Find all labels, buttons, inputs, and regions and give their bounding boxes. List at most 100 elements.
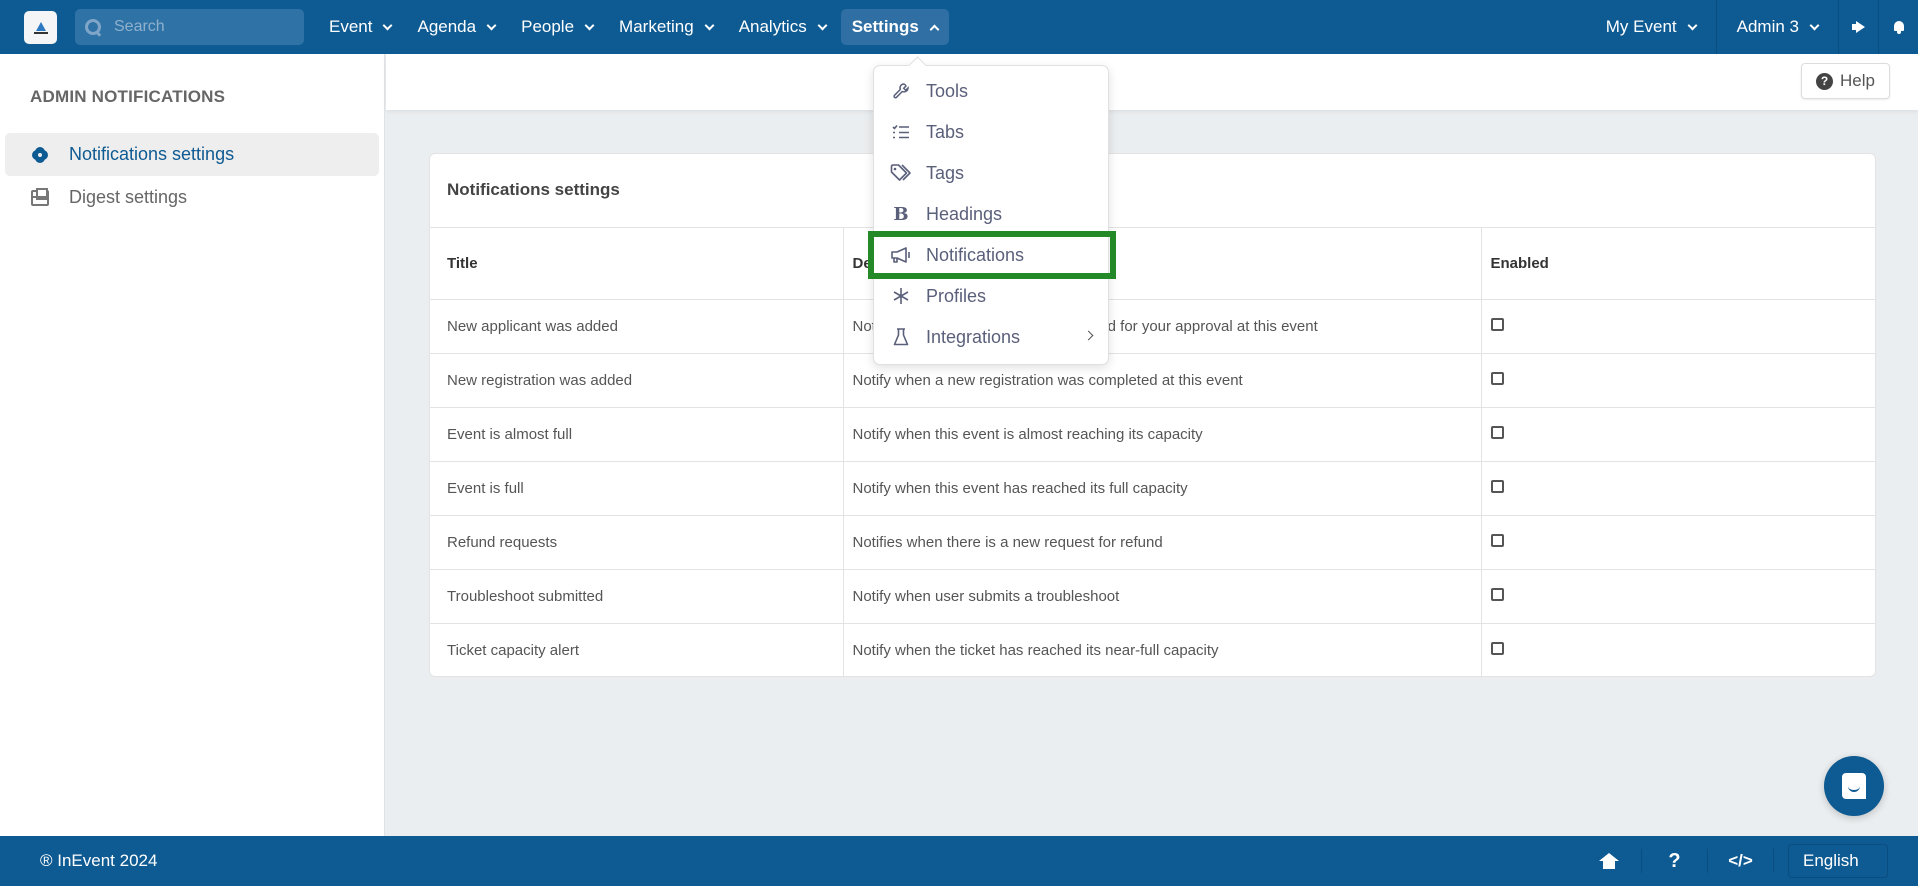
nav-label: Settings [851, 17, 919, 36]
menu-item-tags[interactable]: Tags [874, 154, 1110, 192]
menu-item-tools[interactable]: Tools [874, 72, 1110, 110]
sidebar-item-label: Notifications settings [69, 144, 235, 164]
table-row: New registration was added Notify when a… [430, 353, 1875, 408]
menu-item-profiles[interactable]: Profiles [874, 277, 1110, 315]
notifications-button[interactable] [1878, 0, 1918, 54]
chevron-right-icon [1083, 330, 1094, 341]
row-description: Notify when this event is almost reachin… [842, 407, 1481, 462]
code-icon: </> [1728, 851, 1753, 870]
nav-event[interactable]: Event [318, 9, 402, 45]
row-title: New registration was added [430, 353, 843, 408]
chevron-down-icon [817, 20, 828, 30]
menu-item-integrations[interactable]: Integrations [874, 318, 1110, 356]
notifications-settings-card: Notifications settings Title Description… [429, 153, 1876, 678]
enabled-checkbox[interactable] [1490, 426, 1504, 439]
row-enabled-cell [1480, 569, 1875, 624]
nav-label: Analytics [738, 17, 807, 36]
help-center-button[interactable]: ? [1642, 849, 1708, 873]
chevron-down-icon [1809, 20, 1820, 30]
menu-item-label: Tags [926, 162, 965, 183]
home-button[interactable] [1576, 849, 1642, 873]
menu-item-notifications[interactable]: Notifications [868, 231, 1116, 279]
main-nav: Event Agenda People Marketing Analytics … [318, 0, 953, 54]
nav-marketing[interactable]: Marketing [608, 9, 724, 45]
copyright: ® InEvent 2024 [40, 851, 158, 870]
app-logo[interactable] [24, 11, 57, 44]
menu-item-label: Tools [926, 80, 969, 101]
announcements-button[interactable] [1838, 0, 1878, 54]
column-header-enabled: Enabled [1480, 227, 1875, 300]
sidebar: ADMIN NOTIFICATIONS Notifications settin… [0, 54, 385, 836]
nav-people[interactable]: People [510, 9, 604, 45]
admin-dropdown[interactable]: Admin 3 [1715, 0, 1838, 54]
row-description: Notify when this event has reached its f… [842, 461, 1481, 516]
language-selector[interactable]: English [1788, 844, 1888, 878]
bold-icon: B [893, 203, 909, 225]
chevron-down-icon [584, 20, 595, 30]
list-check-icon [890, 124, 912, 140]
enabled-checkbox[interactable] [1490, 372, 1504, 385]
sidebar-item-label: Digest settings [69, 187, 188, 207]
bell-icon [1893, 20, 1905, 34]
search-box[interactable] [75, 9, 304, 45]
sidebar-item-notifications-settings[interactable]: Notifications settings [5, 133, 379, 176]
footer-actions: ? </> English [1576, 836, 1888, 886]
menu-item-label: Tabs [926, 121, 965, 142]
table-row: Event is almost full Notify when this ev… [430, 407, 1875, 462]
menu-item-label: Integrations [926, 326, 1021, 347]
row-title: Refund requests [430, 515, 843, 570]
developer-button[interactable]: </> [1708, 849, 1774, 873]
megaphone-icon [890, 246, 912, 264]
enabled-checkbox[interactable] [1490, 588, 1504, 601]
search-input[interactable] [114, 18, 294, 36]
footer: ® InEvent 2024 ? </> English [0, 836, 1918, 886]
search-icon [84, 18, 102, 36]
row-description: Notify when user submits a troubleshoot [842, 569, 1481, 624]
row-enabled-cell [1480, 407, 1875, 462]
enabled-checkbox[interactable] [1490, 318, 1504, 331]
table-row: Event is full Notify when this event has… [430, 461, 1875, 516]
nav-analytics[interactable]: Analytics [728, 9, 837, 45]
menu-item-headings[interactable]: B Headings [874, 195, 1110, 233]
help-label: Help [1840, 71, 1875, 90]
row-enabled-cell [1480, 353, 1875, 408]
table-row: Ticket capacity alert Notify when the ti… [430, 623, 1875, 678]
nav-agenda[interactable]: Agenda [406, 9, 506, 45]
nav-label: People [521, 17, 575, 36]
question-icon: ? [1668, 849, 1681, 872]
enabled-checkbox[interactable] [1490, 642, 1504, 656]
logo-icon [33, 21, 48, 34]
chat-launcher-button[interactable] [1824, 756, 1884, 816]
table-row: Troubleshoot submitted Notify when user … [430, 569, 1875, 624]
help-button[interactable]: ? Help [1801, 63, 1890, 99]
nav-label: Marketing [619, 17, 694, 36]
menu-item-label: Notifications [926, 244, 1025, 265]
card-title: Notifications settings [447, 180, 620, 199]
question-circle-icon: ? [1816, 72, 1834, 90]
my-event-label: My Event [1605, 17, 1677, 36]
language-label: English [1803, 851, 1859, 870]
row-title: Troubleshoot submitted [430, 569, 843, 624]
notifications-table: Title Description Enabled New applicant … [430, 227, 1875, 678]
chevron-down-icon [1687, 20, 1698, 30]
menu-item-tabs[interactable]: Tabs [874, 113, 1110, 151]
gear-icon [32, 147, 48, 163]
chevron-up-icon [929, 24, 940, 34]
nav-settings[interactable]: Settings [840, 9, 949, 45]
chevron-down-icon [704, 20, 715, 30]
row-enabled-cell [1480, 299, 1875, 354]
enabled-checkbox[interactable] [1490, 480, 1504, 493]
nav-label: Event [329, 17, 373, 36]
row-title: Event is almost full [430, 407, 843, 462]
row-enabled-cell [1480, 515, 1875, 570]
row-title: Ticket capacity alert [447, 642, 579, 660]
row-description: Notifies when there is a new request for… [842, 515, 1481, 570]
sidebar-item-digest-settings[interactable]: Digest settings [5, 176, 379, 219]
enabled-checkbox[interactable] [1490, 534, 1504, 547]
right-nav: My Event Admin 3 [1586, 0, 1918, 54]
row-title: New applicant was added [430, 299, 843, 354]
wrench-icon [890, 82, 912, 100]
row-enabled-cell [1480, 461, 1875, 516]
my-event-dropdown[interactable]: My Event [1586, 0, 1716, 54]
chevron-down-icon [486, 20, 497, 30]
